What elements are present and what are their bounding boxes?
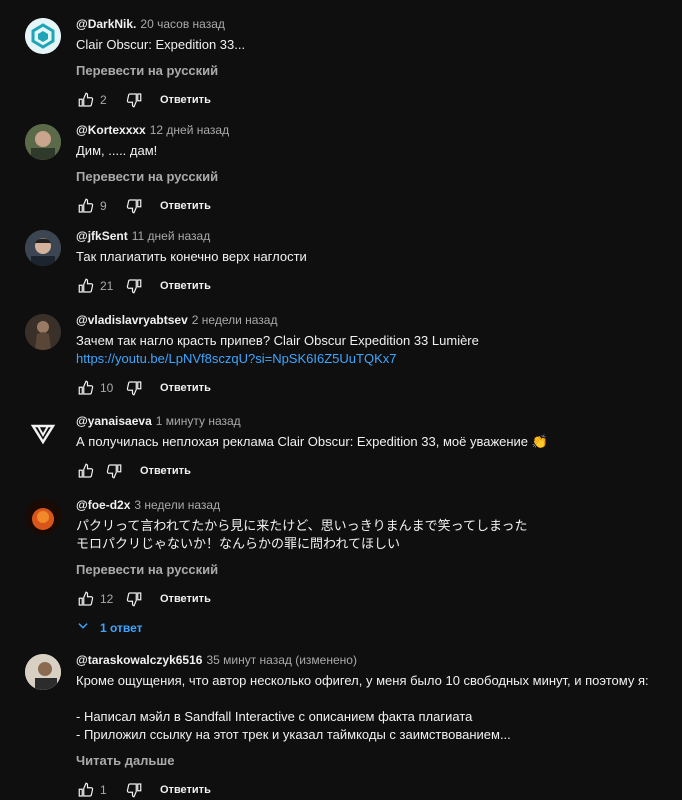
comment-actions: Ответить [76, 459, 662, 483]
dislike-icon[interactable] [124, 196, 144, 216]
like-count: 2 [100, 93, 107, 107]
comment-text: パクリって言われてたから見に来たけど、思いっきりまんまで笑ってしまった モロパク… [76, 518, 528, 551]
timestamp[interactable]: 35 минут назад (изменено) [206, 653, 357, 667]
comment-text: Clair Obscur: Expedition 33... [76, 37, 246, 52]
avatar[interactable] [25, 499, 61, 535]
comment-text: Зачем так нагло красть припев? Clair Obs… [76, 332, 662, 368]
timestamp[interactable]: 11 дней назад [132, 229, 210, 243]
avatar[interactable] [25, 415, 61, 451]
like-count: 21 [100, 279, 114, 293]
like-icon[interactable] [76, 461, 96, 481]
dislike-icon[interactable] [104, 461, 124, 481]
author-name[interactable]: @foe-d2x [76, 498, 130, 512]
like-icon[interactable] [76, 589, 96, 609]
like-count: 1 [100, 783, 107, 797]
dislike-icon[interactable] [124, 780, 144, 800]
comment-text: Дим, ..... дам! [76, 143, 158, 158]
comment-actions: 1 Ответить [76, 778, 662, 800]
author-name[interactable]: @Kortexxxx [76, 123, 146, 137]
timestamp[interactable]: 3 недели назад [134, 498, 220, 512]
read-more-button[interactable]: Читать дальше [76, 752, 662, 770]
reply-button[interactable]: Ответить [160, 784, 211, 796]
dislike-icon[interactable] [124, 276, 144, 296]
avatar[interactable] [25, 314, 61, 350]
author-name[interactable]: @jfkSent [76, 229, 128, 243]
like-count: 12 [100, 592, 114, 606]
reply-button[interactable]: Ответить [160, 94, 211, 106]
reply-button[interactable]: Ответить [160, 382, 211, 394]
show-replies-button[interactable]: 1 ответ [76, 619, 662, 636]
reply-button[interactable]: Ответить [140, 465, 191, 477]
dislike-icon[interactable] [124, 589, 144, 609]
author-name[interactable]: @DarkNik. [76, 17, 136, 31]
timestamp[interactable]: 20 часов назад [140, 17, 224, 31]
like-icon[interactable] [76, 196, 96, 216]
translate-button[interactable]: Перевести на русский [76, 561, 662, 579]
author-name[interactable]: @yanaisaeva [76, 414, 152, 428]
timestamp[interactable]: 1 минуту назад [156, 414, 241, 428]
comment-text-body: Зачем так нагло красть припев? Clair Obs… [76, 333, 479, 348]
dislike-icon[interactable] [124, 90, 144, 110]
reply-button[interactable]: Ответить [160, 593, 211, 605]
comment-actions: 9 Ответить [76, 194, 662, 218]
like-count: 10 [100, 381, 114, 395]
author-name[interactable]: @vladislavryabtsev [76, 313, 188, 327]
comment-actions: 12 Ответить [76, 587, 662, 611]
comment-link[interactable]: https://youtu.be/LpNVf8sczqU?si=NpSK6I6Z… [76, 351, 396, 366]
translate-button[interactable]: Перевести на русский [76, 62, 662, 80]
avatar[interactable] [25, 124, 61, 160]
comment-text: Так плагиатить конечно верх наглости [76, 249, 307, 264]
timestamp[interactable]: 12 дней назад [150, 123, 229, 137]
like-icon[interactable] [76, 90, 96, 110]
comment-text: А получилась неплохая реклама Clair Obsc… [76, 434, 548, 449]
translate-button[interactable]: Перевести на русский [76, 168, 662, 186]
comment-actions: 21 Ответить [76, 274, 662, 298]
chevron-down-icon [76, 619, 90, 636]
reply-button[interactable]: Ответить [160, 280, 211, 292]
comment-actions: 10 Ответить [76, 376, 662, 400]
like-icon[interactable] [76, 378, 96, 398]
avatar[interactable] [25, 654, 61, 690]
author-name[interactable]: @taraskowalczyk6516 [76, 653, 202, 667]
like-icon[interactable] [76, 276, 96, 296]
comment-text: Кроме ощущения, что автор несколько офиг… [76, 673, 649, 742]
comment-actions: 2 Ответить [76, 88, 662, 112]
like-icon[interactable] [76, 780, 96, 800]
like-count: 9 [100, 199, 107, 213]
replies-count: 1 ответ [100, 620, 143, 635]
avatar[interactable] [25, 18, 61, 54]
timestamp[interactable]: 2 недели назад [192, 313, 278, 327]
avatar[interactable] [25, 230, 61, 266]
dislike-icon[interactable] [124, 378, 144, 398]
reply-button[interactable]: Ответить [160, 200, 211, 212]
